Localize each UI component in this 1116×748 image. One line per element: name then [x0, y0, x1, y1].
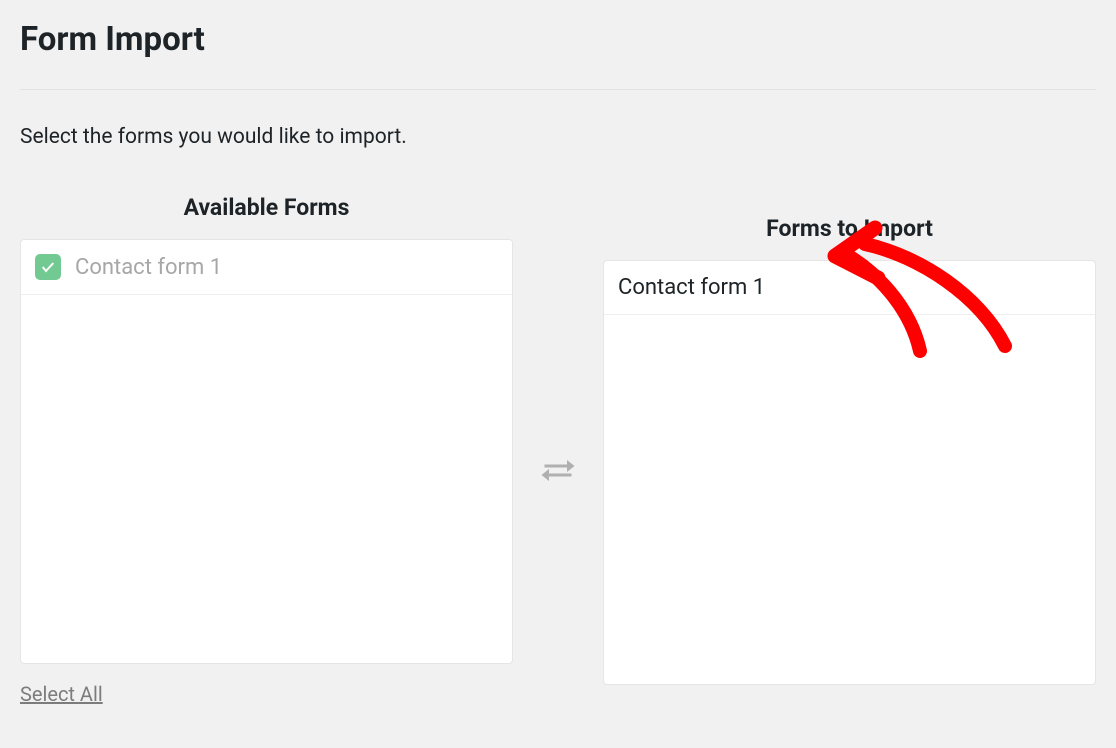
list-item[interactable]: Contact form 1 [604, 261, 1095, 315]
instruction-text: Select the forms you would like to impor… [20, 125, 1096, 149]
forms-to-import-header: Forms to Import [603, 215, 1096, 242]
import-columns: Available Forms Contact form 1 Select Al… [20, 194, 1096, 706]
forms-to-import-list[interactable]: Contact form 1 [603, 260, 1096, 685]
forms-to-import-column: Forms to Import Contact form 1 [603, 215, 1096, 685]
available-forms-list[interactable]: Contact form 1 [20, 239, 513, 664]
swap-icon [513, 451, 603, 487]
available-forms-column: Available Forms Contact form 1 Select Al… [20, 194, 513, 706]
list-item-label: Contact form 1 [618, 275, 765, 300]
list-item-label: Contact form 1 [75, 255, 222, 280]
list-item[interactable]: Contact form 1 [21, 240, 512, 295]
available-forms-header: Available Forms [20, 194, 513, 221]
page-title: Form Import [20, 20, 1096, 59]
select-all-button[interactable]: Select All [20, 682, 103, 706]
checkbox-checked-icon[interactable] [35, 254, 61, 280]
divider [20, 89, 1096, 90]
